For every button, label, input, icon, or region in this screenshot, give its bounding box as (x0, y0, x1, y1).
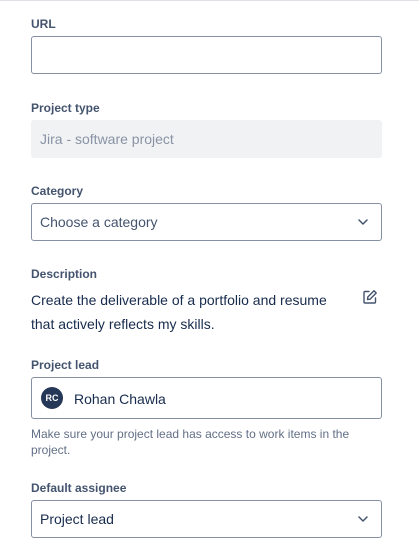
chevron-down-icon (358, 516, 368, 522)
url-label: URL (31, 17, 56, 31)
url-input[interactable] (31, 36, 382, 74)
avatar: RC (41, 387, 63, 409)
edit-icon[interactable] (362, 289, 378, 305)
project-type-label: Project type (31, 101, 100, 115)
default-assignee-value: Project lead (40, 511, 114, 527)
category-select[interactable]: Choose a category (31, 203, 382, 241)
project-type-field: Jira - software project (31, 120, 382, 158)
default-assignee-label: Default assignee (31, 481, 127, 495)
project-lead-name: Rohan Chawla (74, 391, 166, 407)
project-type-value: Jira - software project (40, 131, 174, 147)
description-text[interactable]: Create the deliverable of a portfolio an… (31, 288, 351, 336)
project-lead-helper-text: Make sure your project lead has access t… (31, 427, 350, 457)
category-label: Category (31, 184, 84, 198)
category-placeholder: Choose a category (40, 214, 158, 230)
default-assignee-select[interactable]: Project lead (31, 500, 382, 538)
chevron-down-icon (358, 219, 368, 225)
project-lead-picker[interactable]: RC Rohan Chawla (31, 377, 382, 419)
project-details-form: URL Project type Jira - software project… (0, 0, 419, 555)
description-label: Description (31, 267, 98, 281)
project-lead-label: Project lead (31, 358, 100, 372)
